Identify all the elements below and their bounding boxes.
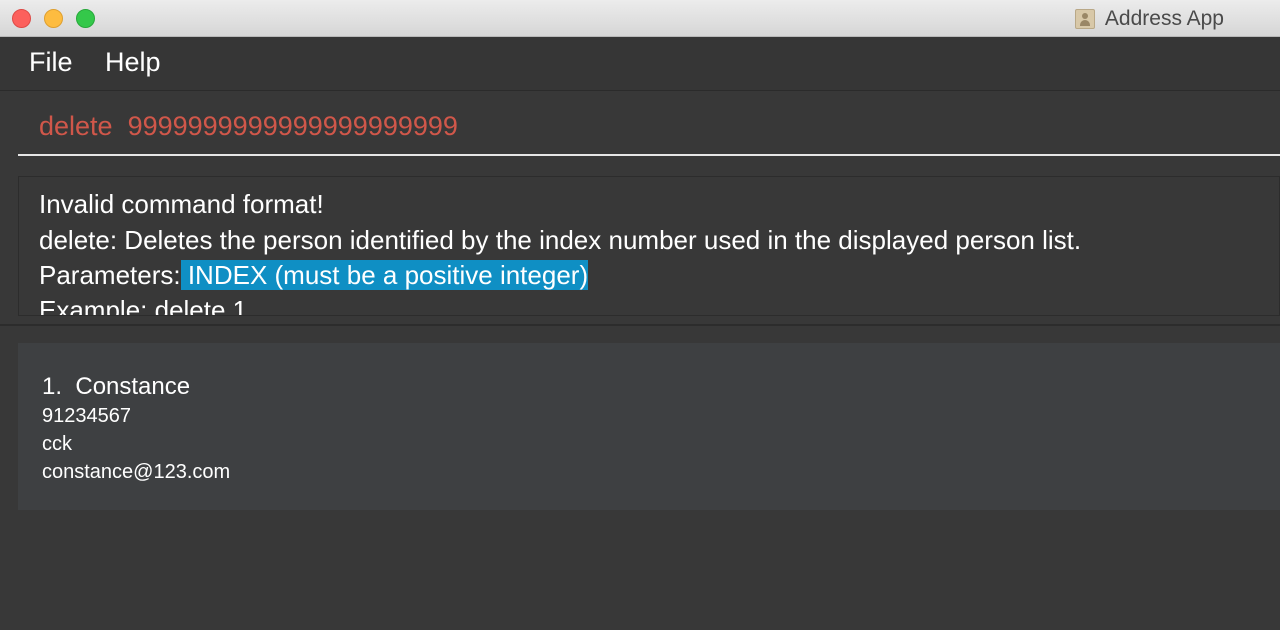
person-phone: 91234567 (42, 405, 131, 427)
person-name-row: 1. Constance (42, 373, 190, 401)
person-email: constance@123.com (42, 461, 231, 483)
command-input[interactable]: delete 9999999999999999999999 (39, 111, 458, 142)
result-display[interactable]: Invalid command format! delete: Deletes … (18, 176, 1280, 316)
window-title: Address App (1104, 7, 1224, 30)
menu-file[interactable]: File (29, 47, 73, 78)
address-book-icon (1074, 9, 1095, 29)
maximize-window-button[interactable] (76, 9, 95, 28)
person-address: cck (42, 433, 72, 455)
menu-help[interactable]: Help (105, 47, 161, 78)
result-example-line: Example: delete 1 (39, 295, 248, 316)
title-bar: Address App (0, 0, 1280, 37)
app-window: Address App File Help delete 99999999999… (0, 0, 1280, 630)
person-card[interactable]: 1. Constance 91234567 cck constance@123.… (18, 343, 1280, 510)
parameters-label: Parameters: (39, 260, 181, 290)
person-name: Constance (75, 373, 191, 400)
result-parameters-line: Parameters: INDEX (must be a positive in… (39, 258, 589, 292)
result-usage-line: delete: Deletes the person identified by… (39, 225, 1082, 255)
menu-bar: File Help (0, 37, 1280, 91)
person-index: 1. (42, 373, 63, 400)
command-input-underline (18, 154, 1280, 156)
minimize-window-button[interactable] (44, 9, 63, 28)
close-window-button[interactable] (12, 9, 31, 28)
selected-parameter-text: INDEX (must be a positive integer) (180, 260, 589, 290)
person-list-panel: 1. Constance 91234567 cck constance@123.… (0, 326, 1280, 630)
result-message-line: Invalid command format! (39, 189, 324, 219)
command-box: delete 9999999999999999999999 (0, 91, 1280, 166)
window-title-group: Address App (1074, 7, 1224, 31)
